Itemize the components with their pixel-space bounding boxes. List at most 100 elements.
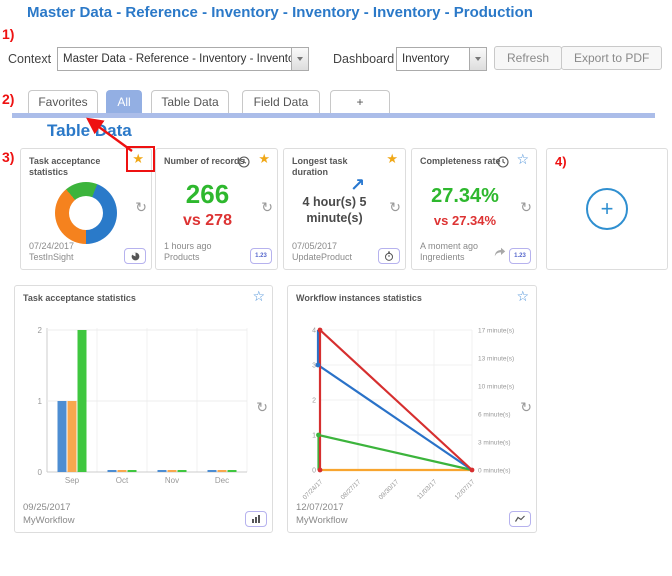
widget-source: Ingredients xyxy=(420,252,478,264)
widget-source: UpdateProduct xyxy=(292,252,352,264)
pie-type-badge xyxy=(124,248,146,264)
number-icon: 1.23 xyxy=(514,253,526,259)
svg-text:13 minute(s): 13 minute(s) xyxy=(478,356,514,363)
bar-chart-icon xyxy=(251,515,261,523)
tab-all[interactable]: All xyxy=(106,90,142,113)
svg-text:17 minute(s): 17 minute(s) xyxy=(478,328,514,335)
duration-type-badge xyxy=(378,248,400,264)
page-title: Master Data - Reference - Inventory - In… xyxy=(27,4,533,21)
svg-text:2: 2 xyxy=(312,398,316,405)
widget-longest-task-duration: Longest task duration ★ ↗ 4 hour(s) 5 mi… xyxy=(283,148,406,270)
export-pdf-button[interactable]: Export to PDF xyxy=(561,46,662,70)
svg-text:0: 0 xyxy=(38,468,43,477)
chevron-down-icon xyxy=(291,48,308,70)
widget-completeness-rate: Completeness rate ☆ 27.34% vs 27.34% ↻ A… xyxy=(411,148,537,270)
donut-chart xyxy=(55,182,117,244)
svg-text:3 minute(s): 3 minute(s) xyxy=(478,440,511,447)
widget-source: TestInSight xyxy=(29,252,74,264)
line-chart-icon xyxy=(515,515,525,523)
history-clock-icon xyxy=(497,155,509,173)
context-select[interactable]: Master Data - Reference - Inventory - In… xyxy=(57,47,309,71)
refresh-icon[interactable]: ↻ xyxy=(389,201,401,215)
widget-date: 12/07/2017 xyxy=(296,502,348,514)
star-favorite-icon[interactable]: ☆ xyxy=(516,153,529,167)
section-heading: Table Data xyxy=(47,121,132,141)
stopwatch-icon xyxy=(384,251,394,261)
rate-value: 27.34% xyxy=(412,185,518,208)
annotation-2: 2) xyxy=(2,91,14,107)
dashboard-page: Master Data - Reference - Inventory - In… xyxy=(0,0,672,576)
widget-title: Task acceptance statistics xyxy=(23,293,246,304)
bar-chart: 0 1 2 Sep Oct Nov Dec xyxy=(23,320,253,500)
svg-text:Oct: Oct xyxy=(116,476,129,485)
svg-text:Nov: Nov xyxy=(165,476,179,485)
svg-text:10 minute(s): 10 minute(s) xyxy=(478,384,514,391)
svg-text:4: 4 xyxy=(312,328,316,335)
refresh-icon[interactable]: ↻ xyxy=(520,201,532,215)
svg-text:07/24/17: 07/24/17 xyxy=(302,478,325,501)
tab-favorites[interactable]: Favorites xyxy=(28,90,98,113)
refresh-icon[interactable]: ↻ xyxy=(520,401,532,415)
widget-source: MyWorkflow xyxy=(296,515,348,527)
tab-underline xyxy=(12,113,655,118)
svg-text:Dec: Dec xyxy=(215,476,229,485)
svg-text:Sep: Sep xyxy=(65,476,80,485)
number-type-badge: 1.23 xyxy=(509,248,531,264)
tab-add[interactable]: + xyxy=(330,90,390,113)
star-favorite-icon[interactable]: ☆ xyxy=(516,290,529,304)
line-chart: 0 1 2 3 4 0 minute(s) 3 minute(s) 6 minute(s) 10… xyxy=(294,320,532,516)
annotation-1: 1) xyxy=(2,26,14,42)
refresh-button[interactable]: Refresh xyxy=(494,46,562,70)
tab-field-data[interactable]: Field Data xyxy=(242,90,320,113)
donut-hole xyxy=(69,196,103,230)
widget-date: 07/24/2017 xyxy=(29,241,74,253)
annotation-4: 4) xyxy=(555,154,567,169)
add-widget-card[interactable]: 4) + xyxy=(546,148,668,270)
svg-text:08/27/17: 08/27/17 xyxy=(340,478,363,501)
annotation-highlight-rect xyxy=(126,146,155,172)
refresh-icon[interactable]: ↻ xyxy=(256,401,268,415)
widget-number-of-records: Number of records ★ 266 vs 278 ↻ 1 hours… xyxy=(155,148,278,270)
svg-text:09/30/17: 09/30/17 xyxy=(378,478,401,501)
svg-text:6 minute(s): 6 minute(s) xyxy=(478,412,511,419)
dashboard-select[interactable]: Inventory xyxy=(396,47,487,71)
widget-updated: A moment ago xyxy=(420,241,478,253)
annotation-3: 3) xyxy=(2,149,14,165)
widget-source: MyWorkflow xyxy=(23,515,75,527)
svg-text:0: 0 xyxy=(312,468,316,475)
widget-workflow-instances: Workflow instances statistics ☆ 012340 m… xyxy=(287,285,537,533)
refresh-icon[interactable]: ↻ xyxy=(135,201,147,215)
widget-date: 09/25/2017 xyxy=(23,502,75,514)
svg-text:11/03/17: 11/03/17 xyxy=(416,478,439,501)
refresh-icon[interactable]: ↻ xyxy=(261,201,273,215)
history-clock-icon xyxy=(238,155,250,173)
duration-value: 4 hour(s) 5 minute(s) xyxy=(286,195,383,226)
records-comparison: vs 278 xyxy=(156,212,259,230)
context-label: Context xyxy=(8,52,51,66)
pie-icon xyxy=(131,252,140,261)
star-favorite-icon[interactable]: ☆ xyxy=(252,290,265,304)
svg-text:1: 1 xyxy=(38,397,43,406)
svg-text:1: 1 xyxy=(312,433,316,440)
add-widget-button[interactable]: + xyxy=(586,188,628,230)
widget-title: Task acceptance statistics xyxy=(29,156,125,179)
plus-icon: + xyxy=(601,198,614,220)
dashboard-label: Dashboard xyxy=(333,52,394,66)
context-select-value: Master Data - Reference - Inventory - In… xyxy=(63,53,291,65)
svg-text:2: 2 xyxy=(38,326,43,335)
star-favorite-icon[interactable]: ★ xyxy=(258,153,270,166)
svg-text:0 minute(s): 0 minute(s) xyxy=(478,468,511,475)
widget-task-acceptance-bar: Task acceptance statistics ☆ 0 1 2 Sep Oct No… xyxy=(14,285,273,533)
share-icon[interactable] xyxy=(494,244,506,262)
context-bar: Context Master Data - Reference - Invent… xyxy=(0,46,672,74)
dashboard-select-value: Inventory xyxy=(402,53,469,65)
widget-date: 07/05/2017 xyxy=(292,241,352,253)
chevron-down-icon xyxy=(469,48,486,70)
records-value: 266 xyxy=(156,179,259,210)
widget-source: Products xyxy=(164,252,212,264)
star-favorite-icon[interactable]: ★ xyxy=(386,153,398,166)
widget-title: Longest task duration xyxy=(292,156,379,179)
tab-table-data[interactable]: Table Data xyxy=(151,90,229,113)
svg-text:3: 3 xyxy=(312,363,316,370)
number-type-badge: 1.23 xyxy=(250,248,272,264)
